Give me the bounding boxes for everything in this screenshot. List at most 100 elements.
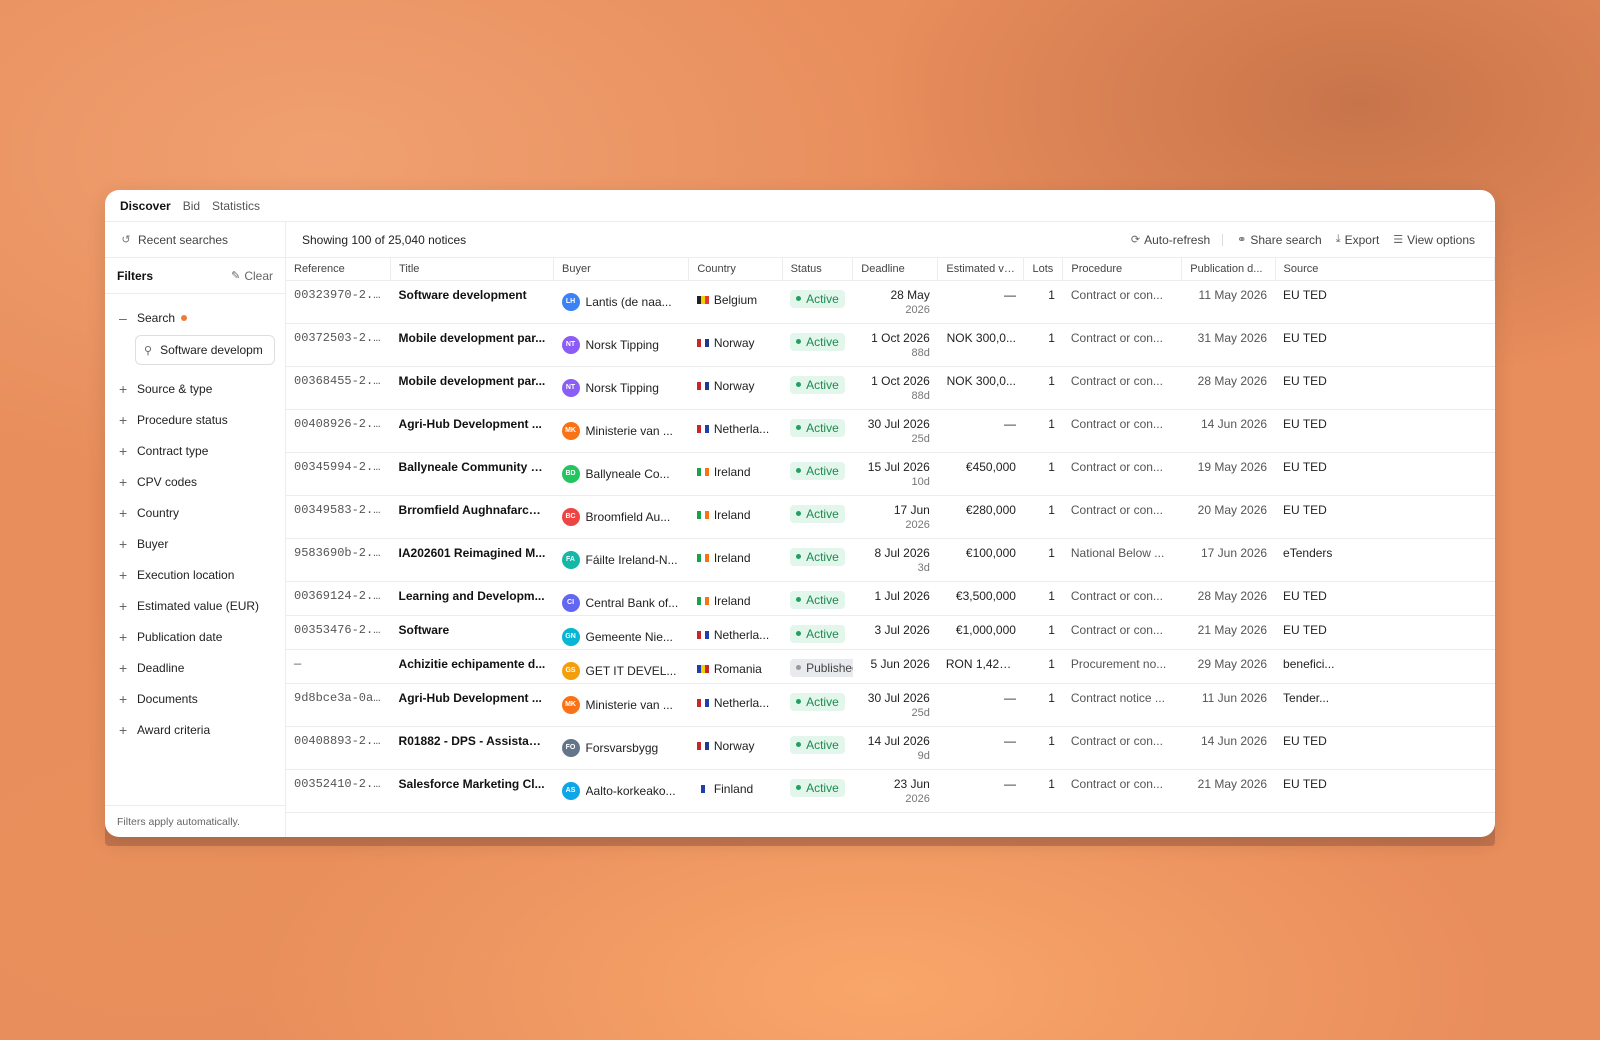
buyer-name: Broomfield Au... [585,509,671,524]
table-row[interactable]: 00349583-2... Brromfield Aughnafarco... BC… [286,495,1495,539]
filter-procedure-status[interactable]: + Procedure status [105,404,285,435]
deadline-cell: 30 Jul 2026 25d [852,409,938,453]
filter-cpv-codes[interactable]: + CPV codes [105,466,285,497]
table-row[interactable]: 00323970-2... Software development LH Lanti… [286,280,1495,324]
lots-cell: 1 [1023,409,1063,453]
status-cell: Active [782,495,853,539]
column-header[interactable]: Procedure [1062,258,1183,281]
filter-award-criteria[interactable]: + Award criteria [105,714,285,745]
title-cell[interactable]: Software [390,615,554,650]
filter-label: Country [137,505,180,520]
filter-buyer[interactable]: + Buyer [105,528,285,559]
table-row[interactable]: — Achizitie echipamente d... GS GET IT DEVE… [286,649,1495,684]
tab-statistics[interactable]: Statistics [212,199,260,213]
buyer-cell: NT Norsk Tipping [553,323,689,367]
estimated-value-cell: €100,000 [937,538,1024,582]
title-cell[interactable]: Achizitie echipamente d... [390,649,554,684]
title-cell[interactable]: Learning and Developm... [390,581,554,616]
table-row[interactable]: 00352410-2... Salesforce Marketing Cl... A… [286,769,1495,813]
title-cell[interactable]: IA202601 Reimagined M... [390,538,554,582]
publication-date-cell: 14 Jun 2026 [1181,726,1276,770]
recent-searches-button[interactable]: ↺ Recent searches [105,222,285,258]
filter-search[interactable]: – Search [105,302,285,333]
country-cell: Ireland [688,581,783,616]
buyer-name: Ministerie van ... [585,423,673,438]
title-cell[interactable]: Software development [390,280,554,324]
buyer-cell: BD Ballyneale Co... [553,452,689,496]
tab-discover[interactable]: Discover [120,199,171,213]
column-header[interactable]: Deadline [852,258,939,281]
status-badge: Active [790,332,845,351]
table-row[interactable]: 00408926-2... Agri-Hub Development ... MK M… [286,409,1495,453]
table-row[interactable]: 00369124-2... Learning and Developm... CI C… [286,581,1495,616]
buyer-avatar: BD [561,464,580,483]
status-badge: Active [790,624,845,643]
view-options-label: View options [1407,232,1475,247]
source-cell: eTenders [1275,538,1495,582]
tab-bid[interactable]: Bid [183,199,200,213]
table-row[interactable]: 00345994-2... Ballyneale Community D... BD… [286,452,1495,496]
reference-cell: — [286,649,391,684]
status-cell: Active [782,615,853,650]
table-row[interactable]: 9583690b-2... IA202601 Reimagined M... FA F… [286,538,1495,582]
buyer-avatar: FA [561,550,580,569]
deadline-cell: 14 Jul 2026 9d [852,726,938,770]
filter-deadline[interactable]: + Deadline [105,652,285,683]
column-header[interactable]: Title [390,258,555,281]
filter-documents[interactable]: + Documents [105,683,285,714]
filter-source-type[interactable]: + Source & type [105,373,285,404]
search-input[interactable] [160,343,266,357]
status-text: Active [806,463,839,478]
title-cell[interactable]: Agri-Hub Development ... [390,409,554,453]
status-cell: Active [782,323,853,367]
filter-estimated-value-eur[interactable]: + Estimated value (EUR) [105,590,285,621]
title-cell[interactable]: Agri-Hub Development ... [390,683,554,727]
recent-searches-label: Recent searches [138,232,229,247]
column-header[interactable]: Publication d... [1181,258,1276,281]
status-text: Active [806,334,839,349]
table-row[interactable]: 00353476-2... Software GN Gemeente Nie... Ne… [286,615,1495,650]
title-cell[interactable]: Brromfield Aughnafarco... [390,495,554,539]
status-text: Active [806,780,839,795]
country-cell: Norway [688,726,783,770]
column-header[interactable]: Buyer [553,258,690,281]
buyer-cell: CI Central Bank of... [553,581,689,616]
clear-filters-button[interactable]: ✎ Clear [231,269,273,283]
title-cell[interactable]: Mobile development par... [390,366,554,410]
title-cell[interactable]: R01882 - DPS - Assistan... [390,726,554,770]
history-icon: ↺ [121,234,131,246]
column-header[interactable]: Lots [1023,258,1064,281]
buyer-name: Norsk Tipping [585,380,659,395]
filter-publication-date[interactable]: + Publication date [105,621,285,652]
filter-execution-location[interactable]: + Execution location [105,559,285,590]
status-cell: Active [782,366,853,410]
column-header[interactable]: Status [782,258,854,281]
column-header[interactable]: Estimated va... [937,258,1025,281]
auto-refresh-button[interactable]: ⟳ Auto-refresh [1131,233,1210,247]
source-cell: EU TED [1275,769,1495,813]
share-search-button[interactable]: ⚭ Share search [1237,233,1322,247]
column-header[interactable]: Country [688,258,783,281]
publication-date-cell: 17 Jun 2026 [1181,538,1276,582]
export-button[interactable]: ⤓ Export [1336,233,1380,247]
procedure-cell: Contract or con... [1062,280,1182,324]
filter-contract-type[interactable]: + Contract type [105,435,285,466]
view-options-button[interactable]: ☰ View options [1393,233,1475,247]
title-cell[interactable]: Ballyneale Community D... [390,452,554,496]
filter-country[interactable]: + Country [105,497,285,528]
table-row[interactable]: 00408893-2... R01882 - DPS - Assistan... F… [286,726,1495,770]
column-header[interactable]: Reference [286,258,392,281]
lots-cell: 1 [1023,649,1063,684]
table-row[interactable]: 00368455-2... Mobile development par... NT… [286,366,1495,410]
table-row[interactable]: 00372503-2... Mobile development par... NT… [286,323,1495,367]
column-header[interactable]: Source [1275,258,1495,281]
title-cell[interactable]: Salesforce Marketing Cl... [390,769,554,813]
buyer-name: Ballyneale Co... [585,466,670,481]
export-label: Export [1344,232,1380,247]
status-text: Active [806,737,839,752]
title-cell[interactable]: Mobile development par... [390,323,554,367]
deadline-sub: 9d [917,749,930,762]
table-row[interactable]: 9d8bce3a-0a... Agri-Hub Development ... MK… [286,683,1495,727]
buyer-avatar: GN [561,627,580,646]
flag-icon [696,510,709,519]
